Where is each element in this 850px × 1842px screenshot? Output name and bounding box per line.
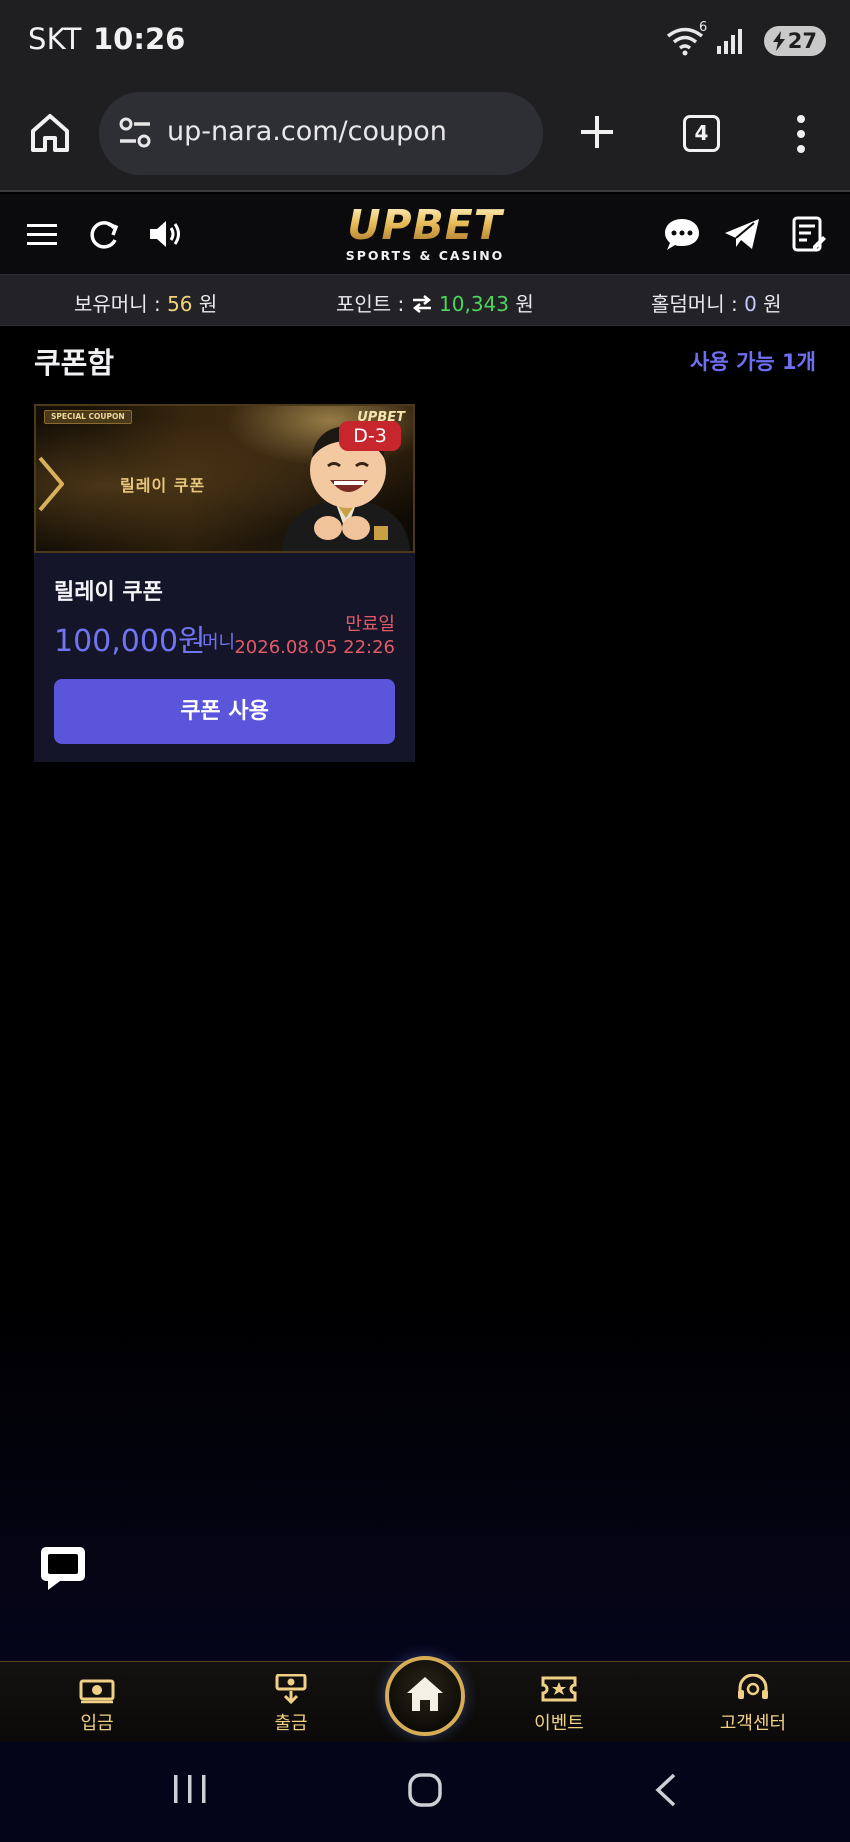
withdraw-icon bbox=[275, 1674, 307, 1704]
coupon-card: SPECIAL COUPON 릴레이 쿠폰 UPBET D-3 릴레이 쿠폰 1… bbox=[34, 404, 415, 762]
chat-bubble-icon[interactable] bbox=[662, 214, 702, 254]
home-icon bbox=[407, 1677, 443, 1711]
telegram-icon[interactable] bbox=[722, 214, 762, 254]
logo-main: UPBET bbox=[330, 204, 520, 246]
hamburger-menu-icon[interactable] bbox=[24, 214, 64, 254]
status-bar: SKT 10:26 6 27 bbox=[0, 0, 850, 80]
nav-deposit-label: 입금 bbox=[80, 1713, 114, 1734]
dday-badge: D-3 bbox=[339, 421, 401, 451]
event-ticket-icon bbox=[541, 1676, 577, 1702]
money-label: 보유머니 : bbox=[74, 292, 168, 316]
site-header: UPBET SPORTS & CASINO bbox=[0, 194, 850, 274]
point-unit: 원 bbox=[509, 292, 534, 316]
status-icons: 6 27 bbox=[666, 20, 826, 58]
url-text[interactable]: up-nara.com/coupon bbox=[167, 116, 447, 147]
nav-event-label: 이벤트 bbox=[534, 1713, 584, 1734]
nav-support-label: 고객센터 bbox=[719, 1713, 787, 1734]
available-count: 사용 가능 1개 bbox=[690, 350, 816, 374]
nav-home-button[interactable] bbox=[385, 1656, 465, 1736]
holdem-label: 홀덤머니 : bbox=[651, 292, 745, 316]
screen: SKT 10:26 6 27 up-nara.com/coupon 4 UPBE… bbox=[0, 0, 850, 1842]
expire-date: 2026.08.05 22:26 bbox=[234, 637, 395, 658]
page-title: 쿠폰함 bbox=[34, 346, 115, 380]
use-coupon-button[interactable]: 쿠폰 사용 bbox=[54, 679, 395, 744]
coupon-amount: 100,000원 bbox=[54, 624, 206, 659]
site-settings-icon[interactable] bbox=[117, 114, 153, 152]
point-value: 10,343 bbox=[439, 292, 509, 316]
nav-withdraw-label: 출금 bbox=[274, 1713, 308, 1734]
chevron-right-icon bbox=[38, 456, 64, 512]
logo-sub: SPORTS & CASINO bbox=[345, 248, 505, 263]
more-menu-icon[interactable] bbox=[795, 114, 807, 154]
money-balance: 보유머니 : 56 원 bbox=[74, 288, 217, 317]
home-icon[interactable] bbox=[28, 111, 72, 155]
browser-toolbar: up-nara.com/coupon 4 bbox=[0, 80, 850, 192]
holdem-balance: 홀덤머니 : 0 원 bbox=[651, 288, 782, 317]
banner-title: 릴레이 쿠폰 bbox=[120, 476, 206, 495]
recent-apps-icon[interactable] bbox=[170, 1772, 210, 1806]
nav-deposit[interactable]: 입금 bbox=[37, 1662, 157, 1743]
coupon-unit: 머니 bbox=[202, 632, 236, 653]
wifi-badge: 6 bbox=[699, 20, 708, 35]
nav-event[interactable]: 이벤트 bbox=[499, 1662, 619, 1743]
nav-withdraw[interactable]: 출금 bbox=[231, 1662, 351, 1743]
balance-bar: 보유머니 : 56 원 포인트 : 10,343 원 홀덤머니 : 0 원 bbox=[0, 274, 850, 326]
deposit-icon bbox=[79, 1679, 115, 1704]
refresh-icon[interactable] bbox=[84, 214, 124, 254]
holdem-unit: 원 bbox=[756, 292, 782, 316]
coupon-name: 릴레이 쿠폰 bbox=[54, 580, 163, 605]
expire-label: 만료일 bbox=[345, 614, 395, 635]
battery-level: 27 bbox=[787, 29, 817, 53]
battery-icon: 27 bbox=[764, 26, 826, 56]
system-home-icon[interactable] bbox=[407, 1772, 443, 1808]
exchange-icon[interactable] bbox=[411, 295, 433, 313]
coupon-banner: SPECIAL COUPON 릴레이 쿠폰 UPBET D-3 bbox=[34, 404, 415, 553]
sound-icon[interactable] bbox=[146, 214, 186, 254]
new-tab-icon[interactable] bbox=[578, 113, 616, 151]
carrier: SKT bbox=[28, 22, 82, 56]
nav-support[interactable]: 고객센터 bbox=[693, 1662, 813, 1743]
headset-icon bbox=[738, 1674, 768, 1699]
point-label: 포인트 : bbox=[336, 292, 411, 316]
money-unit: 원 bbox=[192, 292, 218, 316]
money-value: 56 bbox=[167, 292, 193, 316]
system-nav-bar bbox=[0, 1742, 850, 1842]
point-balance[interactable]: 포인트 : 10,343 원 bbox=[336, 288, 534, 317]
notice-board-icon[interactable] bbox=[789, 214, 829, 254]
live-chat-icon[interactable] bbox=[38, 1543, 88, 1593]
back-icon[interactable] bbox=[652, 1772, 680, 1808]
special-coupon-tag: SPECIAL COUPON bbox=[44, 410, 132, 424]
upbet-logo[interactable]: UPBET SPORTS & CASINO bbox=[330, 204, 520, 266]
address-bar[interactable]: up-nara.com/coupon bbox=[99, 92, 543, 175]
signal-icon bbox=[717, 29, 742, 54]
tab-switcher-button[interactable]: 4 bbox=[683, 115, 720, 152]
clock: 10:26 bbox=[93, 22, 186, 56]
holdem-value: 0 bbox=[744, 292, 757, 316]
